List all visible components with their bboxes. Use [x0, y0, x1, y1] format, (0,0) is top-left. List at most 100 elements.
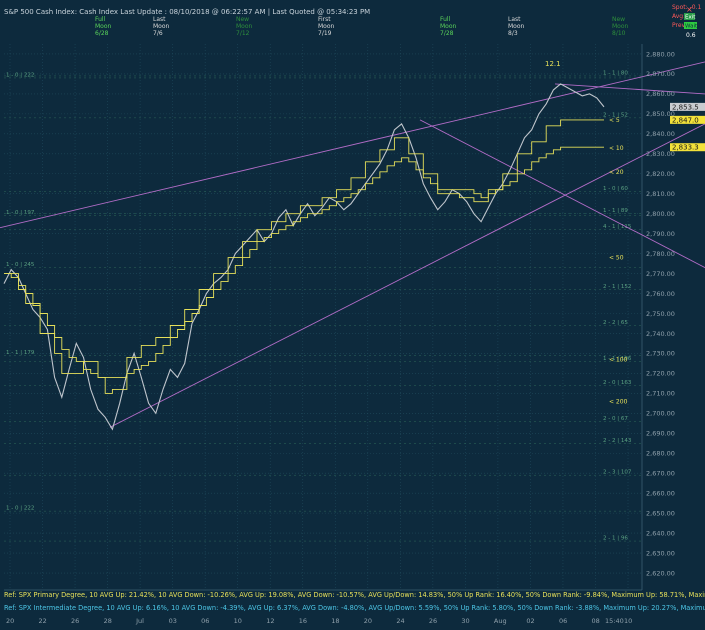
level-label: 1 - 0 | 222	[6, 506, 34, 512]
wave-label: 12.1	[545, 60, 561, 68]
y-tick-label: 2,860.00	[646, 90, 675, 98]
y-tick-label: 2,880.00	[646, 50, 675, 58]
moon-phase-label: New	[236, 16, 249, 23]
moon-phase-label: Moon	[318, 23, 335, 30]
moon-phase-label: 7/6	[153, 30, 163, 37]
y-tick-label: 2,800.00	[646, 210, 675, 218]
level-label: 1 - 1 | 80	[603, 70, 628, 76]
level-label: 2 - 1 | 152	[603, 284, 631, 290]
x-tick-label: 18	[331, 617, 339, 625]
ma-label: < 10	[609, 145, 624, 152]
x-tick-label: 20	[6, 617, 14, 625]
x-tick-label: 26	[71, 617, 79, 625]
y-tick-label: 2,730.00	[646, 350, 675, 358]
x-tick-label: 28	[104, 617, 112, 625]
avg-signal: Exit	[685, 15, 696, 21]
ma-label: < 5	[609, 117, 620, 124]
y-tick-label: 2,630.00	[646, 549, 675, 557]
y-tick-label: 2,710.00	[646, 390, 675, 398]
moon-phase-label: Last	[508, 16, 521, 23]
level-label: 1 - 1 | 179	[6, 350, 35, 356]
chart-window: 1 - 0 | 222 1 - 0 | 197 1 - 0 | 245 1 - 1 |…	[0, 0, 705, 626]
y-tick-label: 2,640.00	[646, 529, 675, 537]
prev-signal: Wait	[685, 24, 698, 30]
level-label: 2 - 1 | 96	[603, 536, 628, 542]
y-tick-label: 2,750.00	[646, 310, 675, 318]
y-tick-label: 2,670.00	[646, 470, 675, 478]
level-label: 2 - 0 | 67	[603, 416, 628, 422]
level-label: 1 - 0 | 245	[6, 262, 35, 268]
stat-readout: 0.6	[686, 32, 696, 39]
y-tick-label: 2,700.00	[646, 410, 675, 418]
chart-header: S&P 500 Cash Index: Cash Index Last Upda…	[4, 8, 370, 16]
y-tick-label: 2,650.00	[646, 509, 675, 517]
x-tick-label: 15:40	[605, 617, 624, 625]
moon-phase-label: Moon	[153, 23, 170, 30]
y-tick-label: 2,720.00	[646, 370, 675, 378]
y-tick-label: 2,780.00	[646, 250, 675, 258]
x-tick-label: 10	[624, 617, 632, 625]
moon-phase-label: 7/19	[318, 30, 332, 37]
x-tick-label: 10	[234, 617, 242, 625]
level-label: 1 - 0 | 197	[6, 210, 35, 216]
price-tag-label: 2,853.5	[672, 103, 699, 111]
x-tick-label: 20	[364, 617, 372, 625]
level-label: 2 - 2 | 143	[603, 438, 632, 444]
x-tick-label: 08	[591, 617, 599, 625]
price-tag-label: 2,833.3	[672, 144, 699, 152]
y-tick-label: 2,680.00	[646, 450, 675, 458]
x-tick-label: Jul	[135, 617, 144, 625]
y-tick-label: 2,790.00	[646, 230, 675, 238]
avg-readout-label: Avg:	[672, 13, 685, 20]
ma-label: < 100	[609, 356, 628, 363]
moon-phase-label: 7/12	[236, 30, 250, 37]
y-tick-label: 2,810.00	[646, 190, 675, 198]
moon-phase-label: Last	[153, 16, 166, 23]
y-tick-label: 2,760.00	[646, 290, 675, 298]
moon-phase-label: Moon	[95, 23, 112, 30]
ma-label: < 50	[609, 255, 624, 262]
level-label: 1 - 0 | 222	[6, 72, 34, 78]
level-label: 1 - 0 | 60	[603, 186, 628, 192]
x-tick-label: Aug	[494, 617, 507, 625]
moon-phase-label: 6/28	[95, 30, 109, 37]
moon-phase-label: Moon	[236, 23, 253, 30]
level-label: 2 - 3 | 107	[603, 470, 632, 476]
moon-phase-label: Moon	[440, 23, 457, 30]
moon-phase-label: Full	[95, 16, 106, 23]
ma-label: < 20	[609, 169, 624, 176]
ref-primary-degree: Ref: SPX Primary Degree, 10 AVG Up: 21.4…	[4, 591, 705, 599]
y-tick-label: 2,660.00	[646, 489, 675, 497]
y-tick-label: 2,740.00	[646, 330, 675, 338]
ma-label: < 200	[609, 398, 628, 405]
x-tick-label: 22	[39, 617, 47, 625]
level-label: 2 - 2 | 65	[603, 320, 628, 326]
close-icon[interactable]: ×	[686, 5, 693, 14]
x-tick-label: 12	[266, 617, 274, 625]
moon-phase-label: Moon	[612, 23, 629, 30]
x-tick-label: 26	[429, 617, 437, 625]
ref-intermediate-degree: Ref: SPX Intermediate Degree, 10 AVG Up:…	[4, 604, 705, 612]
x-tick-label: 06	[559, 617, 567, 625]
y-tick-label: 2,830.00	[646, 150, 675, 158]
moon-phase-label: 7/28	[440, 30, 454, 37]
moon-phase-label: 8/10	[612, 30, 626, 37]
price-tag-label: 2,847.0	[672, 116, 699, 124]
y-tick-label: 2,820.00	[646, 170, 675, 178]
y-tick-label: 2,690.00	[646, 430, 675, 438]
moon-phase-label: Moon	[508, 23, 525, 30]
x-tick-label: 02	[526, 617, 534, 625]
x-tick-label: 30	[461, 617, 469, 625]
y-tick-label: 2,840.00	[646, 130, 675, 138]
level-label: 1 - 1 | 89	[603, 208, 628, 214]
level-label: 2 - 0 | 163	[603, 380, 632, 386]
x-tick-label: 06	[201, 617, 209, 625]
y-tick-label: 2,620.00	[646, 569, 675, 577]
y-tick-label: 2,870.00	[646, 70, 675, 78]
x-tick-label: 03	[169, 617, 177, 625]
price-chart[interactable]: 1 - 0 | 222 1 - 0 | 197 1 - 0 | 245 1 - 1 |…	[0, 0, 705, 626]
moon-phase-label: First	[318, 16, 331, 23]
moon-phase-label: 8/3	[508, 30, 518, 37]
moon-phase-label: New	[612, 16, 625, 23]
x-tick-label: 16	[299, 617, 307, 625]
